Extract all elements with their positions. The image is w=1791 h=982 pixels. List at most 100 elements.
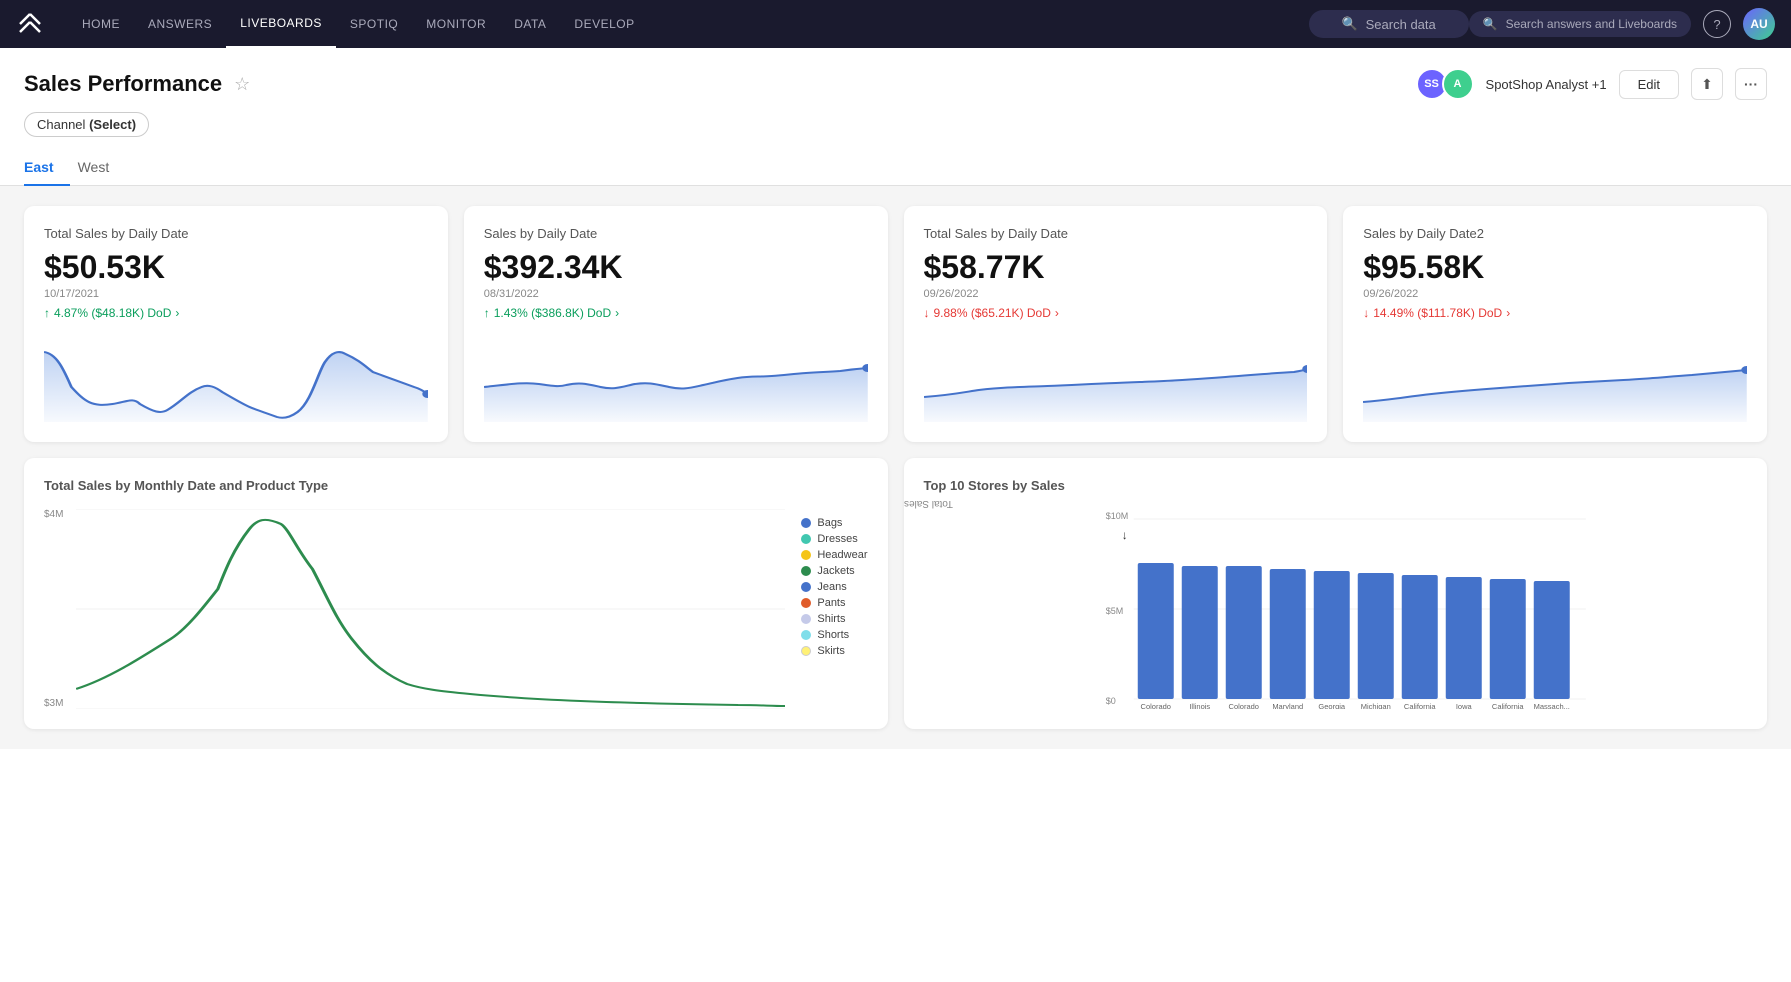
nav-spotiq[interactable]: SPOTIQ xyxy=(336,0,412,48)
legend-dot-jackets xyxy=(801,566,811,576)
svg-text:California: California xyxy=(1403,702,1436,709)
nav-liveboards[interactable]: LIVEBOARDS xyxy=(226,0,336,48)
tab-west[interactable]: West xyxy=(78,149,126,185)
card-1: Total Sales by Daily Date $50.53K 10/17/… xyxy=(24,206,448,442)
svg-text:Colorado: Colorado xyxy=(1140,702,1170,709)
svg-text:Colorado: Colorado xyxy=(1228,702,1258,709)
card-3: Total Sales by Daily Date $58.77K 09/26/… xyxy=(904,206,1328,442)
channel-filter-chip[interactable]: Channel (Select) xyxy=(24,112,149,137)
top-stores-title: Top 10 Stores by Sales xyxy=(924,478,1748,493)
legend-dot-dresses xyxy=(801,534,811,544)
monthly-chart-svg: $4M $3M xyxy=(44,509,785,709)
legend-jackets: Jackets xyxy=(801,565,867,577)
card-2-chevron[interactable]: › xyxy=(615,306,619,320)
edit-button[interactable]: Edit xyxy=(1619,70,1679,99)
main-content: Total Sales by Daily Date $50.53K 10/17/… xyxy=(0,186,1791,749)
help-icon: ? xyxy=(1713,17,1720,32)
up-arrow-icon: ↑ xyxy=(44,306,50,320)
card-4-change: ↓ 14.49% ($111.78K) DoD › xyxy=(1363,306,1747,320)
monthly-chart-title: Total Sales by Monthly Date and Product … xyxy=(44,478,868,493)
legend-shirts: Shirts xyxy=(801,613,867,625)
svg-text:$5M: $5M xyxy=(1105,606,1123,616)
share-icon: ⬆ xyxy=(1701,76,1713,93)
search-icon-right: 🔍 xyxy=(1483,17,1498,31)
card-3-value: $58.77K xyxy=(924,249,1308,286)
card-3-title: Total Sales by Daily Date xyxy=(924,226,1308,241)
filter-value: (Select) xyxy=(89,117,136,132)
legend-skirts: Skirts xyxy=(801,645,867,657)
bottom-row: Total Sales by Monthly Date and Product … xyxy=(24,458,1767,729)
card-3-change-text: 9.88% ($65.21K) DoD xyxy=(934,306,1051,320)
svg-text:Illinois: Illinois xyxy=(1189,702,1210,709)
card-1-change-text: 4.87% ($48.18K) DoD xyxy=(54,306,171,320)
legend-dot-shorts xyxy=(801,630,811,640)
svg-text:Maryland: Maryland xyxy=(1272,702,1303,709)
nav-right: 🔍 Search answers and Liveboards ? AU xyxy=(1469,8,1775,40)
svg-text:$0: $0 xyxy=(1105,696,1115,706)
logo[interactable] xyxy=(16,10,44,38)
header-right: SS A SpotShop Analyst +1 Edit ⬆ ··· xyxy=(1416,68,1767,100)
search-icon: 🔍 xyxy=(1341,16,1357,32)
card-3-change: ↓ 9.88% ($65.21K) DoD › xyxy=(924,306,1308,320)
card-2: Sales by Daily Date $392.34K 08/31/2022 … xyxy=(464,206,888,442)
page-title: Sales Performance xyxy=(24,71,222,97)
nav-links: HOME ANSWERS LIVEBOARDS SPOTIQ MONITOR D… xyxy=(68,0,1309,48)
legend-jeans: Jeans xyxy=(801,581,867,593)
up-arrow-icon-2: ↑ xyxy=(484,306,490,320)
cards-row: Total Sales by Daily Date $50.53K 10/17/… xyxy=(24,206,1767,442)
right-search-input[interactable]: 🔍 Search answers and Liveboards xyxy=(1469,11,1691,37)
card-4-value: $95.58K xyxy=(1363,249,1747,286)
svg-text:Michigan: Michigan xyxy=(1360,702,1390,709)
svg-text:↓: ↓ xyxy=(1121,528,1127,542)
card-1-title: Total Sales by Daily Date xyxy=(44,226,428,241)
nav-home[interactable]: HOME xyxy=(68,0,134,48)
card-2-value: $392.34K xyxy=(484,249,868,286)
y-label-3m: $3M xyxy=(44,698,76,709)
avatar-2: A xyxy=(1442,68,1474,100)
legend-label-jeans: Jeans xyxy=(817,581,846,593)
svg-text:$10M: $10M xyxy=(1105,511,1128,521)
nav-data[interactable]: DATA xyxy=(500,0,560,48)
center-search-label: Search data xyxy=(1366,17,1436,32)
legend-headwear: Headwear xyxy=(801,549,867,561)
card-3-chevron[interactable]: › xyxy=(1055,306,1059,320)
legend-label-pants: Pants xyxy=(817,597,845,609)
card-1-change: ↑ 4.87% ($48.18K) DoD › xyxy=(44,306,428,320)
legend-dot-headwear xyxy=(801,550,811,560)
card-4-change-text: 14.49% ($111.78K) DoD xyxy=(1373,306,1502,320)
user-avatar[interactable]: AU xyxy=(1743,8,1775,40)
nav-answers[interactable]: ANSWERS xyxy=(134,0,226,48)
navbar: HOME ANSWERS LIVEBOARDS SPOTIQ MONITOR D… xyxy=(0,0,1791,48)
tab-east[interactable]: East xyxy=(24,149,70,185)
share-button[interactable]: ⬆ xyxy=(1691,68,1723,100)
card-1-chevron[interactable]: › xyxy=(175,306,179,320)
more-options-button[interactable]: ··· xyxy=(1735,68,1767,100)
filter-bar: Channel (Select) xyxy=(0,112,1791,149)
card-4-chevron[interactable]: › xyxy=(1506,306,1510,320)
favorite-star-icon[interactable]: ☆ xyxy=(234,74,250,95)
page: Sales Performance ☆ SS A SpotShop Analys… xyxy=(0,48,1791,982)
legend-dot-pants xyxy=(801,598,811,608)
card-1-value: $50.53K xyxy=(44,249,428,286)
legend-label-dresses: Dresses xyxy=(817,533,857,545)
card-2-change-text: 1.43% ($386.8K) DoD xyxy=(494,306,611,320)
tabs-row: East West xyxy=(0,149,1791,186)
legend-pants: Pants xyxy=(801,597,867,609)
legend-dot-jeans xyxy=(801,582,811,592)
legend-label-shirts: Shirts xyxy=(817,613,845,625)
monthly-chart-area: $4M $3M xyxy=(44,509,868,709)
center-search-button[interactable]: 🔍 Search data xyxy=(1309,10,1469,38)
legend-label-headwear: Headwear xyxy=(817,549,867,561)
card-1-date: 10/17/2021 xyxy=(44,288,428,300)
card-1-chart xyxy=(44,332,428,422)
ellipsis-icon: ··· xyxy=(1744,76,1758,92)
y-label-4m: $4M xyxy=(44,509,76,520)
y-axis-label: Total Sales xyxy=(828,498,1028,509)
nav-develop[interactable]: DEVELOP xyxy=(560,0,648,48)
svg-text:Massach...: Massach... xyxy=(1533,702,1569,709)
help-button[interactable]: ? xyxy=(1703,10,1731,38)
svg-text:Georgia: Georgia xyxy=(1318,702,1346,709)
title-row: Sales Performance ☆ xyxy=(24,71,250,97)
card-4-title: Sales by Daily Date2 xyxy=(1363,226,1747,241)
nav-monitor[interactable]: MONITOR xyxy=(412,0,500,48)
